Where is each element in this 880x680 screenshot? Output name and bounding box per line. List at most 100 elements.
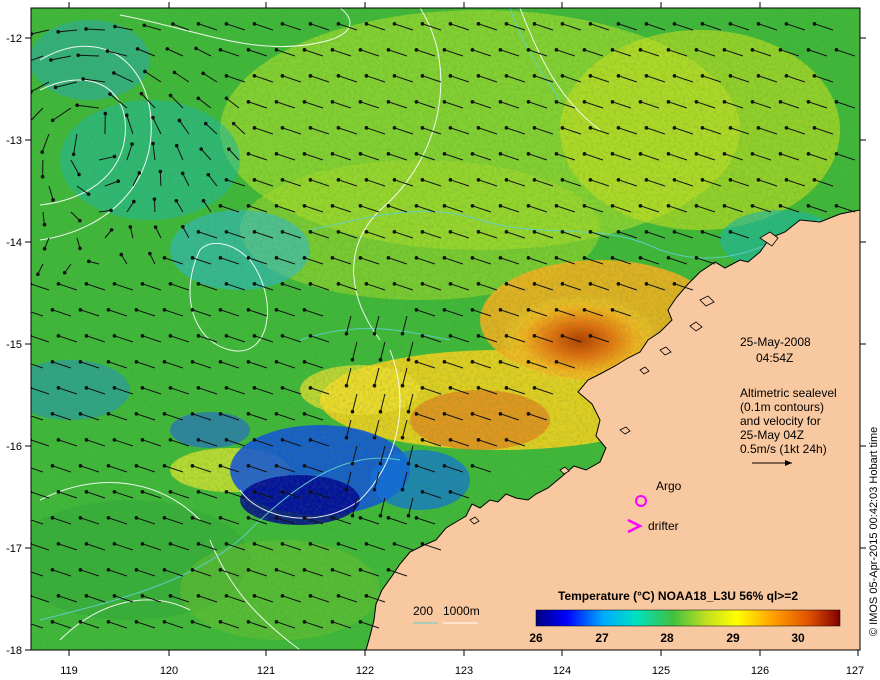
velocity-arrow-head [448,126,453,130]
velocity-arrow-head [616,126,621,130]
velocity-arrow-head [153,225,158,229]
velocity-arrow-head [694,204,699,208]
velocity-arrow-head [778,100,783,104]
velocity-arrow-head [196,230,201,234]
velocity-arrow-head [386,48,391,52]
velocity-arrow-head [532,230,537,234]
velocity-arrow-head [246,308,251,312]
velocity-arrow-head [442,464,447,468]
velocity-arrow-head [750,48,755,52]
velocity-arrow-head [392,282,397,286]
velocity-arrow-head [498,48,503,52]
credit-text: © IMOS 05-Apr-2015 00:42:03 Hobart time [868,427,880,636]
velocity-arrow-head [308,230,313,234]
velocity-arrow-head [728,178,733,182]
velocity-arrow-head [246,204,251,208]
velocity-arrow-head [308,126,313,130]
velocity-arrow-head [554,152,559,156]
velocity-arrow-head [112,282,117,286]
velocity-arrow-head [246,48,251,52]
velocity-arrow-head [23,568,27,572]
velocity-arrow-head [196,22,201,26]
velocity-arrow-head [392,126,397,130]
velocity-arrow-head [336,542,341,546]
lon-tick-label: 123 [455,665,473,677]
velocity-arrow-head [31,334,33,338]
velocity-arrow-head [78,516,83,520]
velocity-arrow-head [560,74,565,78]
velocity-arrow-head [23,308,27,312]
velocity-arrow-head [31,386,33,390]
velocity-arrow-head [778,204,783,208]
velocity-arrow-head [171,22,175,26]
velocity-arrow-head [168,282,173,286]
velocity-arrow-head [252,230,257,234]
velocity-arrow-head [134,464,139,468]
velocity-arrow-head [470,100,475,104]
velocity-arrow-head [588,230,593,234]
velocity-arrow-head [224,96,229,101]
velocity-arrow-head [274,100,279,104]
velocity-arrow-head [140,490,145,494]
velocity-arrow-head [330,516,335,520]
velocity-arrow-head [227,147,231,151]
velocity-arrow-head [364,126,369,130]
lat-tick-label: -18 [6,645,22,657]
velocity-arrow-head [196,334,201,338]
velocity-arrow-head [56,386,61,390]
velocity-arrow-head [364,178,369,182]
velocity-arrow-head [442,412,447,416]
lon-tick-label: 122 [356,665,374,677]
velocity-arrow-head [554,100,559,104]
velocity-arrow-head [700,126,705,130]
velocity-arrow-head [196,96,201,101]
velocity-arrow-head [274,204,279,208]
velocity-arrow-head [350,461,355,466]
velocity-arrow-head [750,152,755,156]
altimetry-line: and velocity for [740,414,821,428]
velocity-arrow-head [722,152,727,156]
velocity-arrow-head [134,516,139,520]
velocity-arrow-head [700,178,705,182]
velocity-arrow-head [498,204,503,208]
velocity-arrow-head [143,69,147,74]
lon-tick-label: 119 [60,665,78,677]
velocity-arrow-head [470,152,475,156]
velocity-arrow-head [498,100,503,104]
velocity-arrow-head [56,334,61,338]
velocity-arrow-head [280,230,285,234]
velocity-arrow-head [31,542,33,546]
lon-tick-label: 127 [846,665,864,677]
velocity-arrow-head [190,516,195,520]
velocity-arrow-head [180,171,185,176]
velocity-arrow-head [358,100,363,104]
velocity-arrow-head [476,22,481,26]
velocity-arrow-head [358,204,363,208]
velocity-arrow-head [201,198,206,203]
velocity-arrow-head [302,620,307,624]
velocity-arrow-head [168,490,173,494]
velocity-arrow-head [280,594,285,598]
velocity-arrow-head [142,23,147,28]
velocity-arrow-head [420,178,425,182]
velocity-arrow-head [694,152,699,156]
velocity-arrow-head [78,568,83,572]
velocity-arrow-head [218,516,223,520]
velocity-arrow-head [378,461,383,466]
velocity-arrow-head [274,152,279,156]
velocity-arrow-head [448,230,453,234]
velocity-arrow-head [560,334,565,338]
velocity-arrow-head [86,192,91,196]
velocity-arrow-head [140,594,145,598]
velocity-arrow-head [414,204,419,208]
colorbar-tick: 28 [660,631,674,645]
velocity-arrow-head [476,334,481,338]
velocity-arrow-head [246,360,251,364]
velocity-arrow-head [152,197,157,201]
velocity-arrow-head [224,22,229,26]
velocity-arrow-head [177,118,182,123]
velocity-arrow-head [330,48,335,52]
velocity-arrow-head [224,282,229,286]
velocity-arrow-head [372,331,377,336]
velocity-arrow-head [168,542,173,546]
